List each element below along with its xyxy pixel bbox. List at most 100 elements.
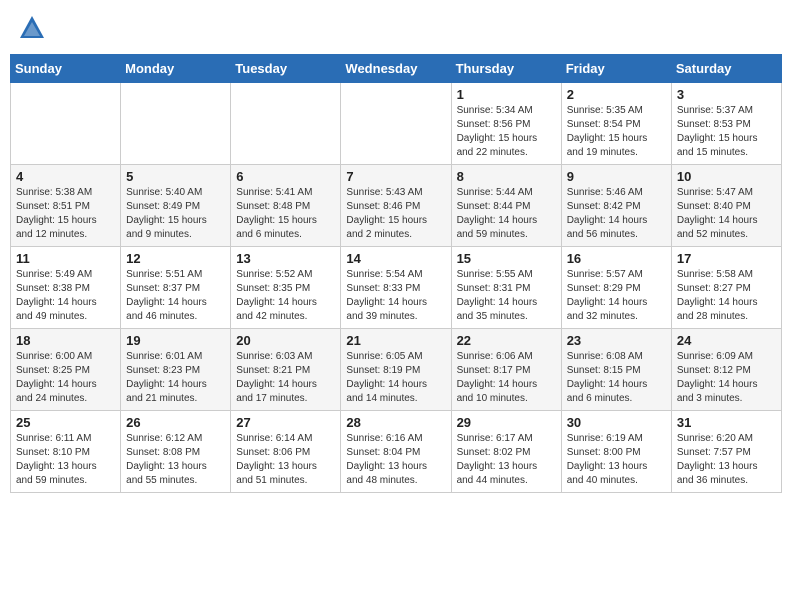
day-info: Sunrise: 6:19 AM Sunset: 8:00 PM Dayligh… — [567, 432, 666, 488]
day-info: Sunrise: 5:40 AM Sunset: 8:49 PM Dayligh… — [126, 186, 225, 242]
calendar-cell: 19 Sunrise: 6:01 AM Sunset: 8:23 PM Dayli… — [121, 329, 231, 411]
day-number: 29 — [457, 415, 556, 430]
calendar-cell — [341, 83, 451, 165]
day-number: 7 — [346, 169, 445, 184]
days-of-week-row: SundayMondayTuesdayWednesdayThursdayFrid… — [11, 55, 782, 83]
calendar-cell: 30 Sunrise: 6:19 AM Sunset: 8:00 PM Dayli… — [561, 411, 671, 493]
calendar-cell — [121, 83, 231, 165]
calendar-cell: 2Sunrise: 5:35 AM Sunset: 8:54 PM Daylig… — [561, 83, 671, 165]
day-info: Sunrise: 6:12 AM Sunset: 8:08 PM Dayligh… — [126, 432, 225, 488]
day-number: 11 — [16, 251, 115, 266]
day-info: Sunrise: 5:43 AM Sunset: 8:46 PM Dayligh… — [346, 186, 445, 242]
day-number: 13 — [236, 251, 335, 266]
day-number: 5 — [126, 169, 225, 184]
calendar-cell: 15 Sunrise: 5:55 AM Sunset: 8:31 PM Dayli… — [451, 247, 561, 329]
day-number: 4 — [16, 169, 115, 184]
calendar-cell: 26 Sunrise: 6:12 AM Sunset: 8:08 PM Dayli… — [121, 411, 231, 493]
day-info: Sunrise: 6:11 AM Sunset: 8:10 PM Dayligh… — [16, 432, 115, 488]
day-info: Sunrise: 5:52 AM Sunset: 8:35 PM Dayligh… — [236, 268, 335, 324]
day-info: Sunrise: 6:20 AM Sunset: 7:57 PM Dayligh… — [677, 432, 776, 488]
day-info: Sunrise: 5:34 AM Sunset: 8:56 PM Dayligh… — [457, 104, 556, 160]
day-info: Sunrise: 5:57 AM Sunset: 8:29 PM Dayligh… — [567, 268, 666, 324]
day-info: Sunrise: 6:08 AM Sunset: 8:15 PM Dayligh… — [567, 350, 666, 406]
calendar-cell — [231, 83, 341, 165]
day-number: 23 — [567, 333, 666, 348]
calendar-cell: 17Sunrise: 5:58 AM Sunset: 8:27 PM Dayli… — [671, 247, 781, 329]
calendar-cell: 4 Sunrise: 5:38 AM Sunset: 8:51 PM Daylig… — [11, 165, 121, 247]
day-of-week-header: Tuesday — [231, 55, 341, 83]
calendar-cell: 21 Sunrise: 6:05 AM Sunset: 8:19 PM Dayli… — [341, 329, 451, 411]
calendar-cell: 27 Sunrise: 6:14 AM Sunset: 8:06 PM Dayli… — [231, 411, 341, 493]
day-number: 26 — [126, 415, 225, 430]
calendar-cell: 9Sunrise: 5:46 AM Sunset: 8:42 PM Daylig… — [561, 165, 671, 247]
day-number: 3 — [677, 87, 776, 102]
calendar-cell: 18Sunrise: 6:00 AM Sunset: 8:25 PM Dayli… — [11, 329, 121, 411]
day-info: Sunrise: 6:05 AM Sunset: 8:19 PM Dayligh… — [346, 350, 445, 406]
calendar-cell: 20 Sunrise: 6:03 AM Sunset: 8:21 PM Dayli… — [231, 329, 341, 411]
calendar-week-row: 11 Sunrise: 5:49 AM Sunset: 8:38 PM Dayli… — [11, 247, 782, 329]
day-of-week-header: Friday — [561, 55, 671, 83]
day-number: 8 — [457, 169, 556, 184]
calendar-cell: 25Sunrise: 6:11 AM Sunset: 8:10 PM Dayli… — [11, 411, 121, 493]
day-info: Sunrise: 5:47 AM Sunset: 8:40 PM Dayligh… — [677, 186, 776, 242]
day-number: 28 — [346, 415, 445, 430]
calendar-cell: 16 Sunrise: 5:57 AM Sunset: 8:29 PM Dayli… — [561, 247, 671, 329]
day-info: Sunrise: 5:55 AM Sunset: 8:31 PM Dayligh… — [457, 268, 556, 324]
calendar-week-row: 4 Sunrise: 5:38 AM Sunset: 8:51 PM Daylig… — [11, 165, 782, 247]
calendar-week-row: 1 Sunrise: 5:34 AM Sunset: 8:56 PM Daylig… — [11, 83, 782, 165]
day-of-week-header: Monday — [121, 55, 231, 83]
calendar-cell: 14 Sunrise: 5:54 AM Sunset: 8:33 PM Dayli… — [341, 247, 451, 329]
day-number: 20 — [236, 333, 335, 348]
day-info: Sunrise: 5:58 AM Sunset: 8:27 PM Dayligh… — [677, 268, 776, 324]
day-number: 2 — [567, 87, 666, 102]
day-number: 21 — [346, 333, 445, 348]
day-number: 16 — [567, 251, 666, 266]
page-header — [10, 10, 782, 46]
calendar-cell: 7 Sunrise: 5:43 AM Sunset: 8:46 PM Daylig… — [341, 165, 451, 247]
day-number: 27 — [236, 415, 335, 430]
day-number: 1 — [457, 87, 556, 102]
calendar-cell: 3 Sunrise: 5:37 AM Sunset: 8:53 PM Daylig… — [671, 83, 781, 165]
logo-icon — [18, 14, 46, 42]
day-info: Sunrise: 5:54 AM Sunset: 8:33 PM Dayligh… — [346, 268, 445, 324]
day-info: Sunrise: 6:09 AM Sunset: 8:12 PM Dayligh… — [677, 350, 776, 406]
calendar-cell: 29 Sunrise: 6:17 AM Sunset: 8:02 PM Dayli… — [451, 411, 561, 493]
calendar-cell: 5 Sunrise: 5:40 AM Sunset: 8:49 PM Daylig… — [121, 165, 231, 247]
day-of-week-header: Saturday — [671, 55, 781, 83]
day-of-week-header: Wednesday — [341, 55, 451, 83]
day-number: 22 — [457, 333, 556, 348]
calendar-cell: 10 Sunrise: 5:47 AM Sunset: 8:40 PM Dayli… — [671, 165, 781, 247]
day-info: Sunrise: 6:00 AM Sunset: 8:25 PM Dayligh… — [16, 350, 115, 406]
calendar-table: SundayMondayTuesdayWednesdayThursdayFrid… — [10, 54, 782, 493]
day-info: Sunrise: 5:41 AM Sunset: 8:48 PM Dayligh… — [236, 186, 335, 242]
day-number: 15 — [457, 251, 556, 266]
logo — [18, 14, 50, 42]
calendar-cell: 23 Sunrise: 6:08 AM Sunset: 8:15 PM Dayli… — [561, 329, 671, 411]
day-info: Sunrise: 6:01 AM Sunset: 8:23 PM Dayligh… — [126, 350, 225, 406]
day-info: Sunrise: 6:03 AM Sunset: 8:21 PM Dayligh… — [236, 350, 335, 406]
calendar-cell: 13 Sunrise: 5:52 AM Sunset: 8:35 PM Dayli… — [231, 247, 341, 329]
day-number: 19 — [126, 333, 225, 348]
calendar-cell — [11, 83, 121, 165]
calendar-cell: 24 Sunrise: 6:09 AM Sunset: 8:12 PM Dayli… — [671, 329, 781, 411]
calendar-cell: 6 Sunrise: 5:41 AM Sunset: 8:48 PM Daylig… — [231, 165, 341, 247]
day-info: Sunrise: 5:38 AM Sunset: 8:51 PM Dayligh… — [16, 186, 115, 242]
day-info: Sunrise: 5:49 AM Sunset: 8:38 PM Dayligh… — [16, 268, 115, 324]
day-of-week-header: Thursday — [451, 55, 561, 83]
day-info: Sunrise: 5:51 AM Sunset: 8:37 PM Dayligh… — [126, 268, 225, 324]
calendar-cell: 1 Sunrise: 5:34 AM Sunset: 8:56 PM Daylig… — [451, 83, 561, 165]
day-info: Sunrise: 5:46 AM Sunset: 8:42 PM Dayligh… — [567, 186, 666, 242]
day-info: Sunrise: 6:16 AM Sunset: 8:04 PM Dayligh… — [346, 432, 445, 488]
day-info: Sunrise: 6:14 AM Sunset: 8:06 PM Dayligh… — [236, 432, 335, 488]
day-number: 6 — [236, 169, 335, 184]
day-number: 14 — [346, 251, 445, 266]
day-info: Sunrise: 5:37 AM Sunset: 8:53 PM Dayligh… — [677, 104, 776, 160]
calendar-cell: 11 Sunrise: 5:49 AM Sunset: 8:38 PM Dayli… — [11, 247, 121, 329]
day-number: 10 — [677, 169, 776, 184]
day-number: 24 — [677, 333, 776, 348]
day-info: Sunrise: 6:17 AM Sunset: 8:02 PM Dayligh… — [457, 432, 556, 488]
calendar-week-row: 18Sunrise: 6:00 AM Sunset: 8:25 PM Dayli… — [11, 329, 782, 411]
day-number: 30 — [567, 415, 666, 430]
calendar-week-row: 25Sunrise: 6:11 AM Sunset: 8:10 PM Dayli… — [11, 411, 782, 493]
day-of-week-header: Sunday — [11, 55, 121, 83]
